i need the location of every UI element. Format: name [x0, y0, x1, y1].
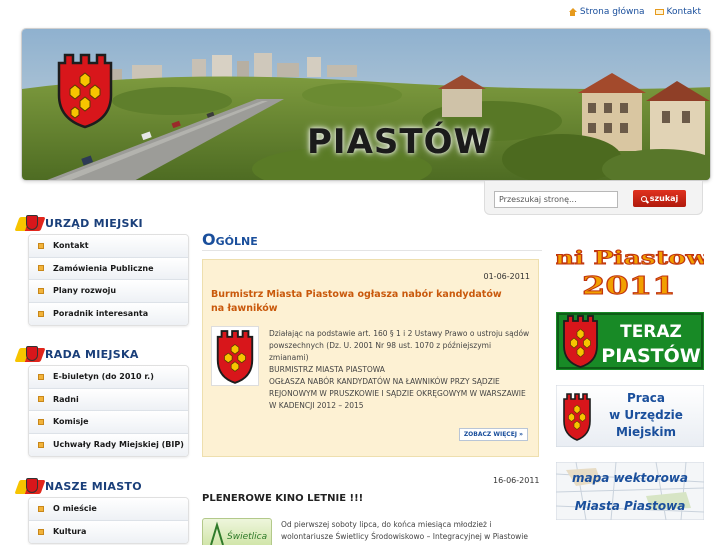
dni-line2: 2011 — [582, 272, 676, 298]
nav-item-komisje[interactable]: Komisje — [29, 411, 188, 434]
bullet-icon — [38, 505, 44, 512]
praca-graphic: Praca w Urzędzie Miejskim — [555, 384, 705, 448]
nav-nasze-miasto: NASZE MIASTO O mieście Kultura — [14, 475, 189, 544]
dni-piastowa-banner[interactable]: Dni Piastowa 2011 — [531, 234, 727, 300]
flag-crest-icon — [14, 475, 46, 497]
news-body-intro: Działając na podstawie art. 160 § 1 i 2 … — [269, 329, 530, 362]
nav-rada-miejska: RADA MIEJSKA E-biuletyn (do 2010 r.) Rad… — [14, 343, 189, 457]
mail-icon — [654, 9, 664, 15]
praca-line3: Miejskim — [616, 425, 676, 439]
news-date: 01-06-2011 — [483, 272, 531, 281]
news-title-link[interactable]: Burmistrz Miasta Piastowa ogłasza nabór … — [211, 288, 511, 316]
page-title: Ogólne — [202, 230, 258, 249]
news-body: Działając na podstawie art. 160 § 1 i 2 … — [269, 328, 532, 410]
nav-item-label: Plany rozwoju — [53, 286, 117, 296]
coat-of-arms — [57, 53, 113, 129]
mapa-line2: Miasta Piastowa — [575, 499, 686, 513]
mapa-graphic: mapa wektorowa Miasta Piastowa — [555, 461, 705, 521]
nav-section-header: URZĄD MIEJSKI — [14, 212, 189, 234]
teraz-piastow-banner[interactable]: TERAZ PIASTÓW — [556, 312, 704, 370]
nav-list: E-biuletyn (do 2010 r.) Radni Komisje Uc… — [28, 365, 189, 457]
nav-item-ebiuletyn[interactable]: E-biuletyn (do 2010 r.) — [29, 366, 188, 389]
nav-item-label: Uchwały Rady Miejskiej (BIP) — [53, 440, 184, 450]
praca-line1: Praca — [627, 391, 665, 405]
bullet-icon — [38, 310, 44, 317]
mapa-wektorowa-banner[interactable]: mapa wektorowa Miasta Piastowa — [555, 461, 705, 521]
read-more-button[interactable]: ZOBACZ WIĘCEJ » — [458, 428, 528, 441]
mapa-line1: mapa wektorowa — [572, 471, 688, 485]
nav-section-header: NASZE MIASTO — [14, 475, 189, 497]
nav-item-label: Komisje — [53, 417, 89, 427]
nav-item-label: O mieście — [53, 504, 97, 514]
nav-section-header: RADA MIEJSKA — [14, 343, 189, 365]
top-links: Strona główna Kontakt — [568, 7, 701, 17]
news-body-line: BURMISTRZ MIASTA PIASTOWA — [269, 365, 385, 374]
title-divider — [202, 250, 542, 251]
teraz-line1: TERAZ — [620, 322, 682, 342]
search-button[interactable]: szukaj — [633, 190, 686, 207]
bullet-icon — [38, 396, 44, 403]
news-body-announcement: OGŁASZA NABÓR KANDYDATÓW NA ŁAWNIKÓW PRZ… — [269, 377, 526, 410]
nav-item-label: Poradnik interesanta — [53, 309, 149, 319]
home-link-label: Strona główna — [579, 7, 645, 17]
bullet-icon — [38, 373, 44, 380]
teraz-piastow-graphic: TERAZ PIASTÓW — [556, 312, 704, 370]
nav-list: O mieście Kultura — [28, 497, 189, 544]
nav-item-kontakt[interactable]: Kontakt — [29, 235, 188, 258]
banner-title: PIASTÓW — [307, 122, 492, 162]
nav-section-title: NASZE MIASTO — [45, 479, 142, 493]
nav-urzad-miejski: URZĄD MIEJSKI Kontakt Zamówienia Publicz… — [14, 212, 189, 326]
nav-item-poradnik[interactable]: Poradnik interesanta — [29, 302, 188, 325]
nav-item-radni[interactable]: Radni — [29, 388, 188, 411]
nav-item-o-miescie[interactable]: O mieście — [29, 498, 188, 521]
flag-crest-icon — [14, 343, 46, 365]
nav-section-title: RADA MIEJSKA — [45, 347, 139, 361]
nav-item-plany[interactable]: Plany rozwoju — [29, 280, 188, 303]
nav-list: Kontakt Zamówienia Publiczne Plany rozwo… — [28, 234, 189, 326]
bullet-icon — [38, 242, 44, 249]
praca-line2: w Urzędzie — [609, 408, 683, 422]
swietlica-text: Świetlica — [227, 530, 267, 542]
dni-piastowa-graphic: Dni Piastowa 2011 — [531, 234, 727, 300]
nav-item-label: Radni — [53, 394, 79, 404]
nav-item-uchwaly[interactable]: Uchwały Rady Miejskiej (BIP) — [29, 433, 188, 456]
nav-item-label: E-biuletyn (do 2010 r.) — [53, 372, 154, 382]
news-item-featured: 01-06-2011 Burmistrz Miasta Piastowa ogł… — [202, 259, 539, 457]
nav-item-kultura[interactable]: Kultura — [29, 520, 188, 543]
header-banner: PIASTÓW — [21, 28, 711, 181]
news-title-link[interactable]: PLENEROWE KINO LETNIE !!! — [202, 493, 363, 504]
nav-section-title: URZĄD MIEJSKI — [45, 216, 143, 230]
dni-line1: Dni Piastowa — [556, 247, 704, 269]
search-box: szukaj — [484, 181, 703, 215]
contact-link-label: Kontakt — [666, 7, 701, 17]
bullet-icon — [38, 528, 44, 535]
bullet-icon — [38, 418, 44, 425]
bullet-icon — [38, 265, 44, 272]
home-link[interactable]: Strona główna — [568, 7, 645, 17]
nav-item-zamowienia[interactable]: Zamówienia Publiczne — [29, 257, 188, 280]
praca-banner[interactable]: Praca w Urzędzie Miejskim — [555, 384, 705, 448]
search-icon — [640, 195, 647, 202]
contact-link[interactable]: Kontakt — [654, 7, 701, 17]
teraz-line2: PIASTÓW — [601, 343, 700, 367]
search-button-label: szukaj — [649, 194, 679, 203]
news-date: 16-06-2011 — [493, 476, 540, 485]
nav-item-label: Zamówienia Publiczne — [53, 263, 154, 273]
search-input[interactable] — [494, 191, 618, 208]
news-body: Od pierwszej soboty lipca, do końca mies… — [281, 520, 529, 541]
nav-item-label: Kultura — [53, 527, 87, 537]
swietlica-logo: Świetlica — [210, 521, 267, 545]
nav-item-label: Kontakt — [53, 241, 89, 251]
flag-crest-icon — [14, 212, 46, 234]
home-icon — [568, 8, 577, 16]
bullet-icon — [38, 287, 44, 294]
bullet-icon — [38, 441, 44, 448]
news-thumbnail: Świetlica — [202, 518, 272, 545]
